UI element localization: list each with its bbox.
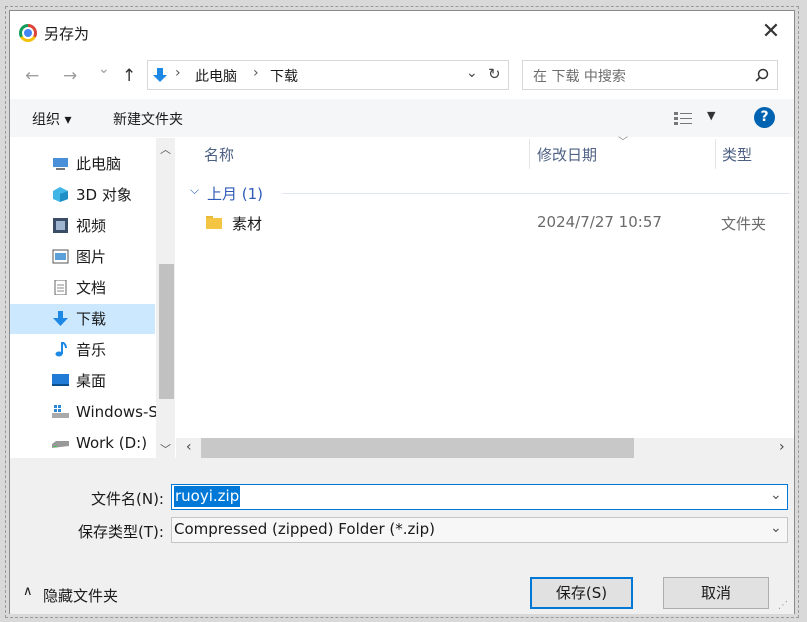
filename-field[interactable]: ruoyi.zip ⌄ bbox=[171, 484, 788, 510]
new-folder-button[interactable]: 新建文件夹 bbox=[113, 109, 183, 129]
search-icon bbox=[755, 68, 769, 82]
breadcrumb-chevron-icon: › bbox=[175, 65, 181, 81]
sidebar-item-documents[interactable]: 文档 bbox=[10, 273, 155, 303]
title-bar: 另存为 ✕ bbox=[10, 11, 794, 53]
breadcrumb-this-pc[interactable]: 此电脑 bbox=[195, 66, 237, 86]
scroll-right-icon[interactable]: › bbox=[779, 439, 785, 455]
drive-icon bbox=[52, 441, 69, 448]
scroll-left-icon[interactable]: ‹ bbox=[186, 439, 192, 455]
breadcrumb-downloads[interactable]: 下载 bbox=[270, 66, 298, 86]
search-box[interactable]: 在 下载 中搜索 bbox=[522, 60, 778, 90]
sidebar-item-pictures[interactable]: 图片 bbox=[10, 242, 155, 272]
sidebar-item-3d-objects[interactable]: 3D 对象 bbox=[10, 180, 155, 210]
sidebar-item-this-pc[interactable]: 此电脑 bbox=[10, 149, 155, 179]
breadcrumb-chevron-icon: › bbox=[253, 65, 259, 81]
sort-indicator-icon: ﹀ bbox=[618, 137, 628, 148]
windows-drive-icon bbox=[52, 405, 69, 418]
desktop-icon bbox=[52, 374, 69, 386]
music-icon bbox=[55, 342, 67, 357]
navigation-pane: 此电脑 3D 对象 视频 图片 文档 下载 音乐 桌面 Windows-S Wo… bbox=[10, 138, 176, 458]
picture-icon bbox=[52, 249, 69, 264]
organize-button[interactable]: 组织 ▾ bbox=[32, 109, 71, 129]
file-type-dropdown-icon[interactable]: ⌄ bbox=[770, 520, 782, 536]
filename-input[interactable]: ruoyi.zip bbox=[174, 486, 241, 507]
group-divider bbox=[282, 193, 790, 194]
computer-icon bbox=[53, 158, 68, 170]
group-header[interactable]: 上月 (1) bbox=[207, 183, 263, 204]
recent-locations-button[interactable]: ⌄ bbox=[98, 61, 110, 77]
file-date: 2024/7/27 10:57 bbox=[537, 213, 662, 231]
refresh-button[interactable]: ↻ bbox=[488, 65, 501, 83]
cancel-button[interactable]: 取消 bbox=[663, 577, 769, 609]
file-name: 素材 bbox=[232, 215, 263, 233]
sidebar-item-videos[interactable]: 视频 bbox=[10, 211, 155, 241]
view-dropdown-icon[interactable]: ▼ bbox=[707, 109, 715, 122]
view-options-icon[interactable] bbox=[674, 111, 692, 125]
filename-dropdown-icon[interactable]: ⌄ bbox=[770, 487, 782, 503]
file-list-scroll-thumb[interactable] bbox=[201, 438, 634, 458]
file-type-select[interactable]: Compressed (zipped) Folder (*.zip) ⌄ bbox=[171, 517, 788, 543]
save-as-dialog: 另存为 ✕ ← → ⌄ ↑ › 此电脑 › 下载 ⌄ ↻ 在 下载 中搜索 组织… bbox=[5, 6, 799, 618]
close-button[interactable]: ✕ bbox=[756, 18, 786, 46]
sidebar-item-downloads[interactable]: 下载 bbox=[10, 304, 155, 334]
file-type-label: 保存类型(T): bbox=[78, 523, 164, 541]
column-header-type[interactable]: 类型 bbox=[722, 144, 752, 165]
address-dropdown-icon[interactable]: ⌄ bbox=[466, 65, 478, 81]
group-collapse-icon[interactable]: ⌵ bbox=[190, 183, 199, 198]
scroll-down-icon[interactable]: ﹀ bbox=[160, 441, 171, 457]
hide-folders-button[interactable]: 隐藏文件夹 bbox=[43, 585, 118, 606]
navigation-pane-scroll-thumb[interactable] bbox=[159, 264, 174, 399]
column-divider[interactable] bbox=[529, 139, 530, 169]
document-icon bbox=[54, 280, 67, 295]
download-icon bbox=[53, 311, 68, 326]
forward-button[interactable]: → bbox=[63, 66, 77, 86]
sidebar-item-work-drive[interactable]: Work (D:) bbox=[10, 428, 155, 458]
save-button[interactable]: 保存(S) bbox=[530, 577, 633, 609]
save-panel: 文件名(N): ruoyi.zip ⌄ 保存类型(T): Compressed … bbox=[10, 458, 794, 614]
help-button[interactable]: ? bbox=[754, 107, 775, 128]
sidebar-item-desktop[interactable]: 桌面 bbox=[10, 366, 155, 396]
video-icon bbox=[53, 218, 68, 233]
file-row[interactable]: 素材 2024/7/27 10:57 文件夹 bbox=[190, 208, 794, 238]
file-type: 文件夹 bbox=[721, 215, 767, 233]
up-button[interactable]: ↑ bbox=[122, 66, 136, 86]
filename-label: 文件名(N): bbox=[91, 490, 164, 508]
dialog-title: 另存为 bbox=[44, 25, 90, 43]
address-bar[interactable]: › 此电脑 › 下载 ⌄ ↻ bbox=[147, 60, 509, 90]
column-header-date[interactable]: 修改日期 bbox=[537, 144, 597, 165]
command-bar: 组织 ▾ 新建文件夹 ▼ ? bbox=[10, 99, 794, 137]
3d-objects-icon bbox=[53, 187, 68, 202]
column-header-name[interactable]: 名称 bbox=[204, 144, 234, 165]
column-divider[interactable] bbox=[715, 139, 716, 169]
resize-grip-icon[interactable]: ⋰ bbox=[778, 600, 788, 611]
scroll-up-icon[interactable]: ︿ bbox=[160, 141, 171, 157]
sidebar-item-windows-drive[interactable]: Windows-S bbox=[10, 397, 158, 427]
back-button[interactable]: ← bbox=[25, 66, 39, 86]
file-type-value: Compressed (zipped) Folder (*.zip) bbox=[174, 520, 435, 538]
chrome-icon bbox=[19, 24, 37, 42]
download-icon bbox=[153, 68, 167, 82]
search-input[interactable]: 在 下载 中搜索 bbox=[533, 66, 626, 86]
chevron-up-icon[interactable]: ∧ bbox=[23, 584, 33, 599]
sidebar-item-music[interactable]: 音乐 bbox=[10, 335, 155, 365]
folder-icon bbox=[206, 216, 222, 229]
